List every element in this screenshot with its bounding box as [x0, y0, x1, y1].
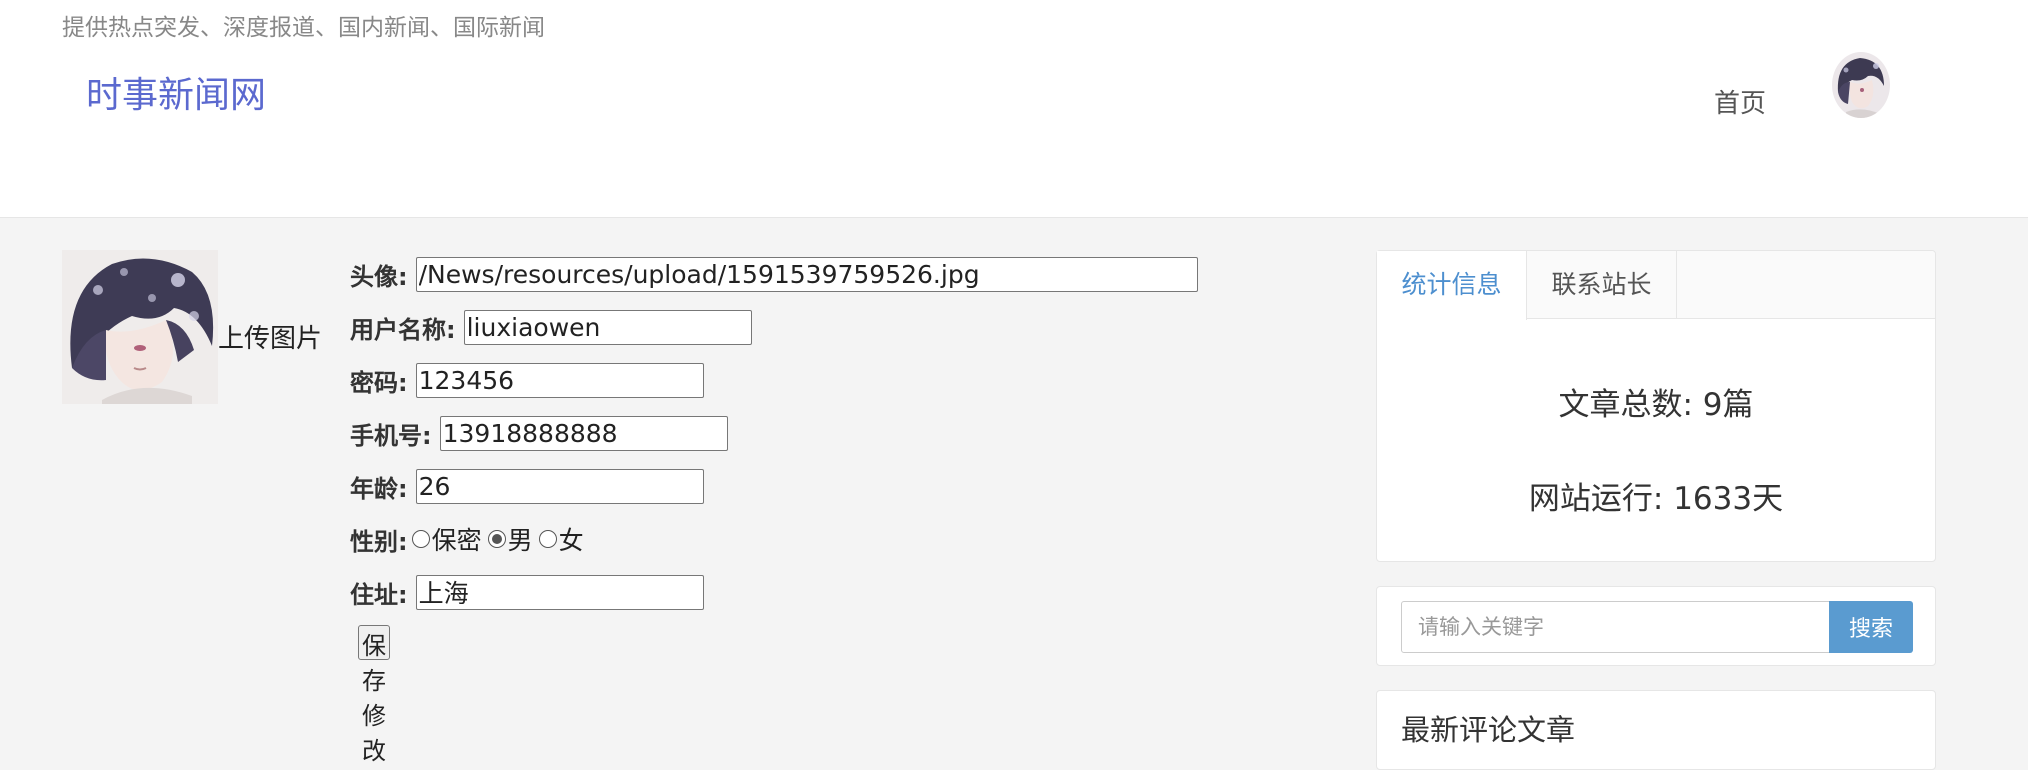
gender-option-male[interactable]: 男: [487, 521, 533, 557]
tab-contact-admin[interactable]: 联系站长: [1527, 251, 1677, 319]
search-input[interactable]: [1401, 601, 1831, 653]
gender-radio-group: 保密 男 女: [411, 521, 590, 557]
avatar-label: 头像:: [350, 262, 408, 291]
password-label: 密码:: [350, 368, 408, 397]
gender-row: 性别: 保密 男 女: [350, 519, 590, 559]
site-title-link[interactable]: 时事新闻网: [86, 66, 266, 118]
site-header: 提供热点突发、深度报道、国内新闻、国际新闻 时事新闻网 首页: [0, 0, 2028, 218]
save-changes-button[interactable]: 保存修改: [358, 625, 390, 765]
nav-home-link[interactable]: 首页: [1714, 83, 1766, 120]
address-input[interactable]: [415, 574, 704, 610]
gender-option-male-label: 男: [507, 526, 533, 555]
latest-comments-title: 最新评论文章: [1401, 713, 1576, 747]
age-row: 年龄:: [350, 466, 704, 506]
address-label: 住址:: [350, 580, 408, 609]
gender-label: 性别:: [350, 527, 408, 556]
gender-option-female-label: 女: [558, 526, 584, 555]
gender-option-secret[interactable]: 保密: [411, 521, 482, 557]
username-label: 用户名称:: [350, 315, 456, 344]
search-panel: 搜索: [1376, 586, 1936, 666]
sidebar-tabs: 统计信息 联系站长: [1377, 251, 1935, 320]
stats-panel: 统计信息 联系站长 文章总数: 9篇 网站运行: 1633天: [1376, 250, 1936, 562]
age-input[interactable]: [415, 468, 704, 504]
upload-image-link[interactable]: 上传图片: [218, 318, 322, 355]
article-count: 文章总数: 9篇: [1558, 387, 1754, 423]
password-row: 密码:: [350, 360, 704, 400]
gender-option-female[interactable]: 女: [538, 521, 584, 557]
radio-secret[interactable]: [411, 530, 430, 548]
password-input[interactable]: [415, 362, 704, 398]
avatar-path-input[interactable]: [415, 256, 1198, 292]
user-avatar[interactable]: [1832, 52, 1890, 118]
username-row: 用户名称:: [350, 307, 752, 347]
phone-label: 手机号:: [350, 421, 432, 450]
avatar-image: [1832, 52, 1890, 118]
phone-row: 手机号:: [350, 413, 728, 453]
phone-input[interactable]: [439, 415, 728, 451]
search-button[interactable]: 搜索: [1829, 601, 1913, 653]
age-label: 年龄:: [350, 474, 408, 503]
site-tagline: 提供热点突发、深度报道、国内新闻、国际新闻: [62, 15, 545, 41]
gender-option-secret-label: 保密: [431, 526, 482, 555]
radio-female[interactable]: [538, 530, 557, 548]
tab-statistics[interactable]: 统计信息: [1377, 251, 1527, 320]
avatar-row: 头像:: [350, 254, 1198, 294]
radio-male[interactable]: [487, 530, 506, 548]
username-input[interactable]: [463, 309, 752, 345]
address-row: 住址:: [350, 572, 704, 612]
site-uptime: 网站运行: 1633天: [1528, 481, 1784, 517]
latest-comments-panel: 最新评论文章: [1376, 690, 1936, 770]
profile-avatar-image: [62, 250, 218, 404]
